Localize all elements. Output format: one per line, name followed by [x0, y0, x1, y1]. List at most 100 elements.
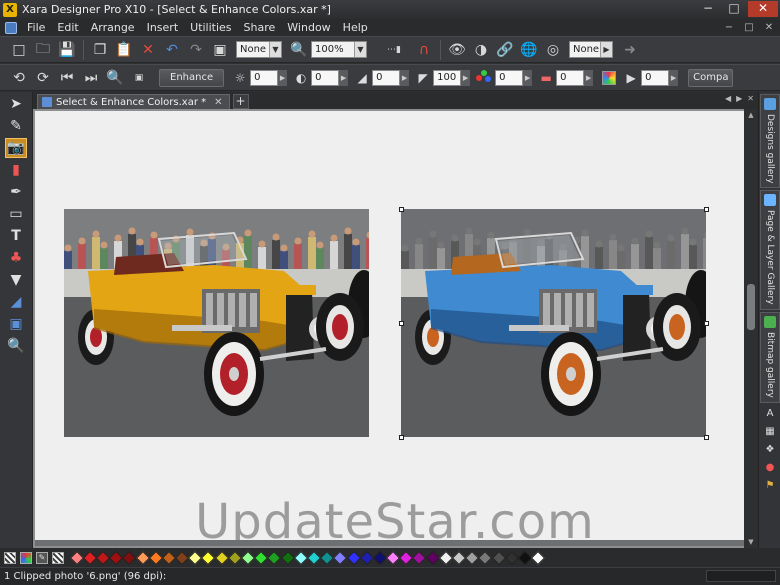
scrollbar-thumb[interactable]	[747, 284, 755, 330]
zoom-100-icon[interactable]: ▣	[128, 67, 150, 89]
paste-icon[interactable]: 📋	[113, 39, 135, 61]
forward-arrow-icon[interactable]: ➜	[619, 39, 641, 61]
vertical-scrollbar[interactable]: ▲ ▼	[744, 109, 758, 548]
mask-objects-icon[interactable]: ◑	[470, 39, 492, 61]
enhance-button[interactable]: Enhance	[159, 68, 225, 87]
color-gallery-icon[interactable]: ●	[763, 461, 777, 475]
temperature-spinner[interactable]: ▶	[584, 69, 594, 86]
next-photo-icon[interactable]: ⏭	[80, 67, 102, 89]
menu-arrange[interactable]: Arrange	[85, 21, 141, 34]
tag-gallery-icon[interactable]: ⚑	[763, 479, 777, 493]
text-tool-icon[interactable]: T	[5, 226, 27, 246]
frame-gallery-icon[interactable]: ❖	[763, 443, 777, 457]
transparent-swatch[interactable]	[52, 551, 64, 564]
scroll-up-icon[interactable]: ▲	[747, 111, 755, 119]
photo-tool-icon[interactable]: 📷	[5, 138, 27, 158]
menu-utilities[interactable]: Utilities	[184, 21, 237, 34]
tab-scroll-right-icon[interactable]: ▶	[736, 94, 742, 103]
blur-spinner[interactable]: ▶	[669, 69, 679, 86]
maximize-button[interactable]: □	[722, 1, 746, 17]
eraser-tool-icon[interactable]: ▮	[5, 160, 27, 180]
selection-handle[interactable]	[399, 207, 404, 212]
previous-photo-icon[interactable]: ⏮	[56, 67, 78, 89]
snap-magnet-icon[interactable]: ∩	[413, 39, 435, 61]
undo-icon[interactable]: ↶	[161, 39, 183, 61]
saturation-field[interactable]: 0	[372, 69, 401, 86]
menu-edit[interactable]: Edit	[51, 21, 84, 34]
transform-icon[interactable]: ▣	[209, 39, 231, 61]
tab-select-enhance-colors[interactable]: Select & Enhance Colors.xar * ✕	[37, 94, 230, 109]
blur-field[interactable]: 0	[641, 69, 670, 86]
web-preview-icon[interactable]: 🌐	[518, 39, 540, 61]
show-objects-icon[interactable]: 👁	[446, 39, 468, 61]
delete-icon[interactable]: ✕	[137, 39, 159, 61]
save-icon[interactable]: 💾	[56, 39, 78, 61]
link-icon[interactable]: 🔗	[494, 39, 516, 61]
menu-insert[interactable]: Insert	[141, 21, 185, 34]
color-swatch[interactable]	[412, 550, 427, 565]
scroll-down-icon[interactable]: ▼	[747, 538, 755, 546]
pen-tool-icon[interactable]: ✒	[5, 182, 27, 202]
color-editor-icon[interactable]	[20, 551, 32, 564]
transparency-tool-icon[interactable]: ▼	[5, 270, 27, 290]
doc-close-button[interactable]: ✕	[762, 21, 776, 34]
menu-help[interactable]: Help	[337, 21, 374, 34]
color-swatch[interactable]	[333, 550, 348, 565]
zoom-magnifier-icon[interactable]: 🔍	[288, 39, 310, 61]
hue-field[interactable]: 0	[495, 69, 524, 86]
tab-designs-gallery[interactable]: Designs gallery	[760, 94, 780, 189]
contrast-spinner[interactable]: ▶	[339, 69, 349, 86]
brightness-spinner[interactable]: ▶	[278, 69, 288, 86]
shadow-tool-icon[interactable]: ◢	[5, 292, 27, 312]
menu-share[interactable]: Share	[238, 21, 282, 34]
document-menu-icon[interactable]	[5, 21, 17, 34]
canvas-area[interactable]: UpdateStar.com	[33, 109, 744, 548]
color-balance-icon[interactable]	[602, 70, 617, 85]
line-style-dropdown[interactable]: None ▶	[569, 41, 613, 58]
brightness-field[interactable]: 0	[250, 69, 279, 86]
new-tab-button[interactable]: +	[232, 94, 249, 109]
copy-icon[interactable]: ❐	[89, 39, 111, 61]
color-swatch[interactable]	[531, 550, 546, 565]
fill-gallery-icon[interactable]: ▦	[763, 425, 777, 439]
minimize-button[interactable]: −	[696, 1, 720, 17]
compare-button[interactable]: Compa	[688, 68, 734, 87]
sharpen-spinner[interactable]: ▶	[461, 69, 471, 86]
font-gallery-icon[interactable]: A	[763, 407, 777, 421]
close-button[interactable]: ✕	[748, 1, 778, 17]
rotate-right-icon[interactable]: ⟳	[32, 67, 54, 89]
selection-handle[interactable]	[399, 321, 404, 326]
selection-handle[interactable]	[704, 207, 709, 212]
contrast-field[interactable]: 0	[311, 69, 340, 86]
tab-page-layer-gallery[interactable]: Page & Layer Gallery	[760, 190, 780, 310]
color-swatch[interactable]	[267, 550, 282, 565]
photo-enhanced[interactable]	[401, 209, 706, 437]
tab-close-icon[interactable]: ✕	[214, 97, 222, 108]
contour-tool-icon[interactable]: ✎	[5, 116, 27, 136]
temperature-field[interactable]: 0	[556, 69, 585, 86]
open-folder-icon[interactable]: 🗀	[32, 39, 54, 61]
saturation-spinner[interactable]: ▶	[400, 69, 410, 86]
menu-file[interactable]: File	[21, 21, 51, 34]
color-swatch[interactable]	[201, 550, 216, 565]
eyedropper-icon[interactable]: ✎	[36, 551, 48, 564]
color-swatch[interactable]	[122, 550, 137, 565]
selection-handle[interactable]	[704, 435, 709, 440]
doc-minimize-button[interactable]: −	[722, 21, 736, 34]
new-document-icon[interactable]: □	[8, 39, 30, 61]
sharpen-field[interactable]: 100	[433, 69, 462, 86]
zoom-dropdown[interactable]: 100% ▼	[311, 41, 367, 58]
dashboard-icon[interactable]: ◎	[542, 39, 564, 61]
tab-close-all-icon[interactable]: ✕	[747, 94, 754, 103]
rotate-left-icon[interactable]: ⟲	[8, 67, 30, 89]
selector-tool-icon[interactable]: ➤	[5, 94, 27, 114]
tab-scroll-left-icon[interactable]: ◀	[725, 94, 731, 103]
document-page[interactable]: UpdateStar.com	[35, 111, 744, 548]
fill-tool-icon[interactable]: ♣	[5, 248, 27, 268]
no-color-swatch[interactable]	[4, 551, 16, 564]
line-width-icon[interactable]: ⋯▮	[377, 39, 411, 61]
hue-spinner[interactable]: ▶	[523, 69, 533, 86]
tab-bitmap-gallery[interactable]: Bitmap gallery	[760, 311, 780, 403]
menu-window[interactable]: Window	[281, 21, 336, 34]
quality-dropdown[interactable]: None ▼	[236, 41, 282, 58]
